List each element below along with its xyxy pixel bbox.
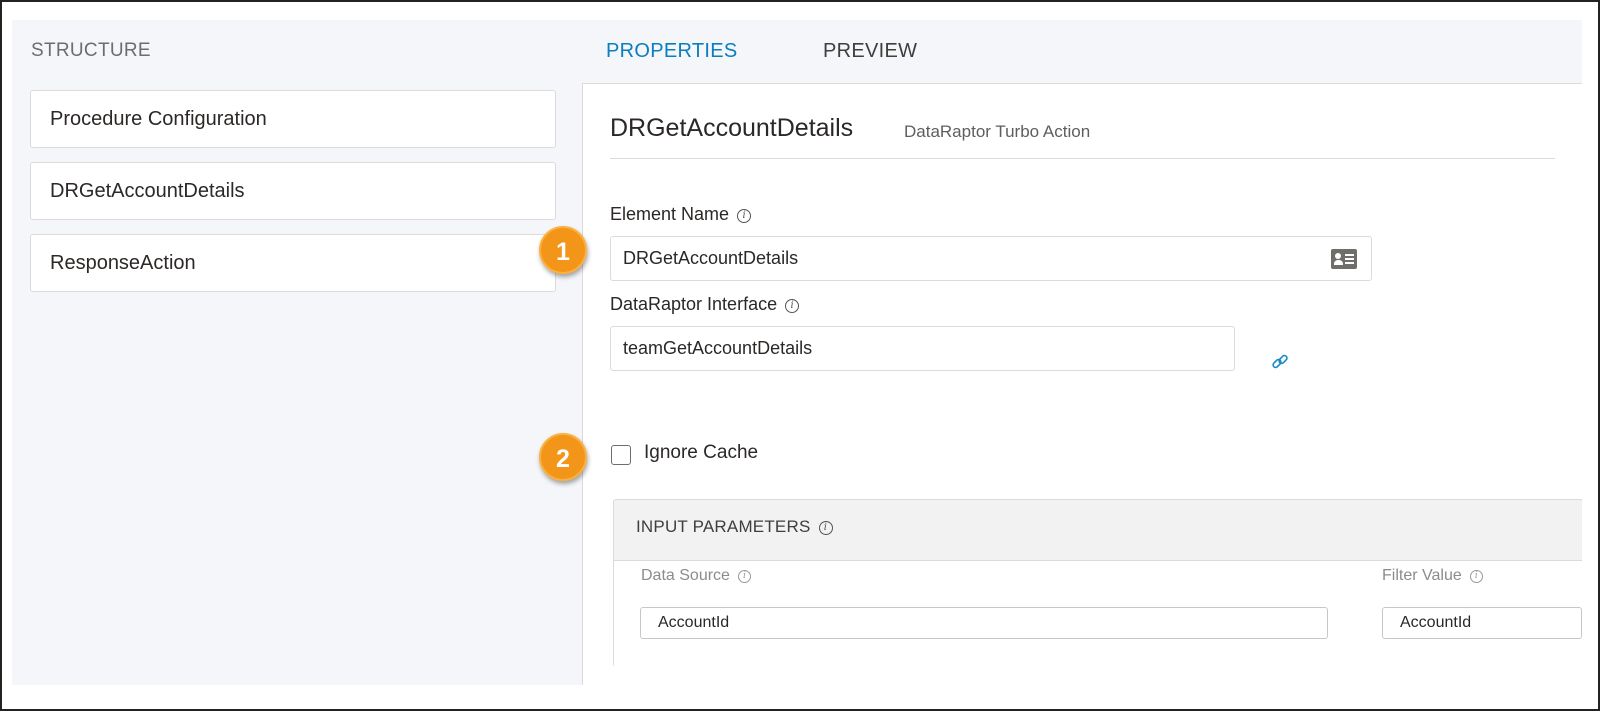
title-divider xyxy=(610,158,1555,159)
info-icon[interactable]: i xyxy=(1469,570,1483,583)
dataraptor-interface-input[interactable]: teamGetAccountDetails xyxy=(610,326,1235,371)
input-parameters-table: Data Source i Filter Value i AccountId Acc… xyxy=(614,560,1582,667)
element-name-label-text: Element Name xyxy=(610,204,730,224)
input-parameters-section: INPUT PARAMETERS i Data Source i Filter Va… xyxy=(613,499,1582,667)
ignore-cache-checkbox[interactable] xyxy=(611,445,631,465)
column-header-filter-value: Filter Value i xyxy=(1382,567,1483,585)
structure-title: STRUCTURE xyxy=(31,40,151,61)
column-header-filter-value-text: Filter Value xyxy=(1382,567,1462,584)
filter-value-input[interactable]: AccountId xyxy=(1382,607,1582,639)
element-title: DRGetAccountDetails xyxy=(610,114,854,142)
element-name-value: DRGetAccountDetails xyxy=(623,248,799,268)
link-icon[interactable] xyxy=(1271,353,1289,371)
omniscript-designer: STRUCTURE Procedure Configuration DRGetA… xyxy=(12,20,1582,685)
info-icon[interactable]: i xyxy=(737,209,752,223)
info-icon[interactable]: i xyxy=(785,299,800,313)
callout-badge-2: 2 xyxy=(539,433,587,481)
structure-item-responseaction[interactable]: ResponseAction xyxy=(30,234,556,292)
dataraptor-interface-label-text: DataRaptor Interface xyxy=(610,294,778,314)
structure-panel: STRUCTURE Procedure Configuration DRGetA… xyxy=(12,20,582,685)
callout-badge-1: 1 xyxy=(539,226,587,274)
contact-card-icon[interactable] xyxy=(1331,249,1357,269)
info-icon[interactable]: i xyxy=(818,521,833,535)
column-header-data-source-text: Data Source xyxy=(641,567,730,584)
tab-preview[interactable]: PREVIEW xyxy=(823,40,917,63)
structure-item-procedure-configuration[interactable]: Procedure Configuration xyxy=(30,90,556,148)
info-icon[interactable]: i xyxy=(737,570,751,583)
column-header-data-source: Data Source i xyxy=(641,567,751,585)
properties-panel: DRGetAccountDetails DataRaptor Turbo Act… xyxy=(582,83,1582,685)
data-source-input[interactable]: AccountId xyxy=(640,607,1328,639)
element-name-label: Element Name i xyxy=(610,204,752,225)
input-parameters-title-text: INPUT PARAMETERS xyxy=(636,517,811,536)
dataraptor-interface-label: DataRaptor Interface i xyxy=(610,294,800,315)
tab-properties[interactable]: PROPERTIES xyxy=(606,40,738,63)
ignore-cache-label: Ignore Cache xyxy=(644,442,759,463)
structure-item-drgetaccountdetails[interactable]: DRGetAccountDetails xyxy=(30,162,556,220)
element-name-input[interactable]: DRGetAccountDetails xyxy=(610,236,1372,281)
element-type-subtitle: DataRaptor Turbo Action xyxy=(904,122,1091,141)
tab-bar: PROPERTIES PREVIEW xyxy=(582,20,1582,83)
dataraptor-interface-value: teamGetAccountDetails xyxy=(623,338,813,358)
input-parameters-title: INPUT PARAMETERS i xyxy=(636,517,833,537)
screenshot-frame: STRUCTURE Procedure Configuration DRGetA… xyxy=(0,0,1600,711)
